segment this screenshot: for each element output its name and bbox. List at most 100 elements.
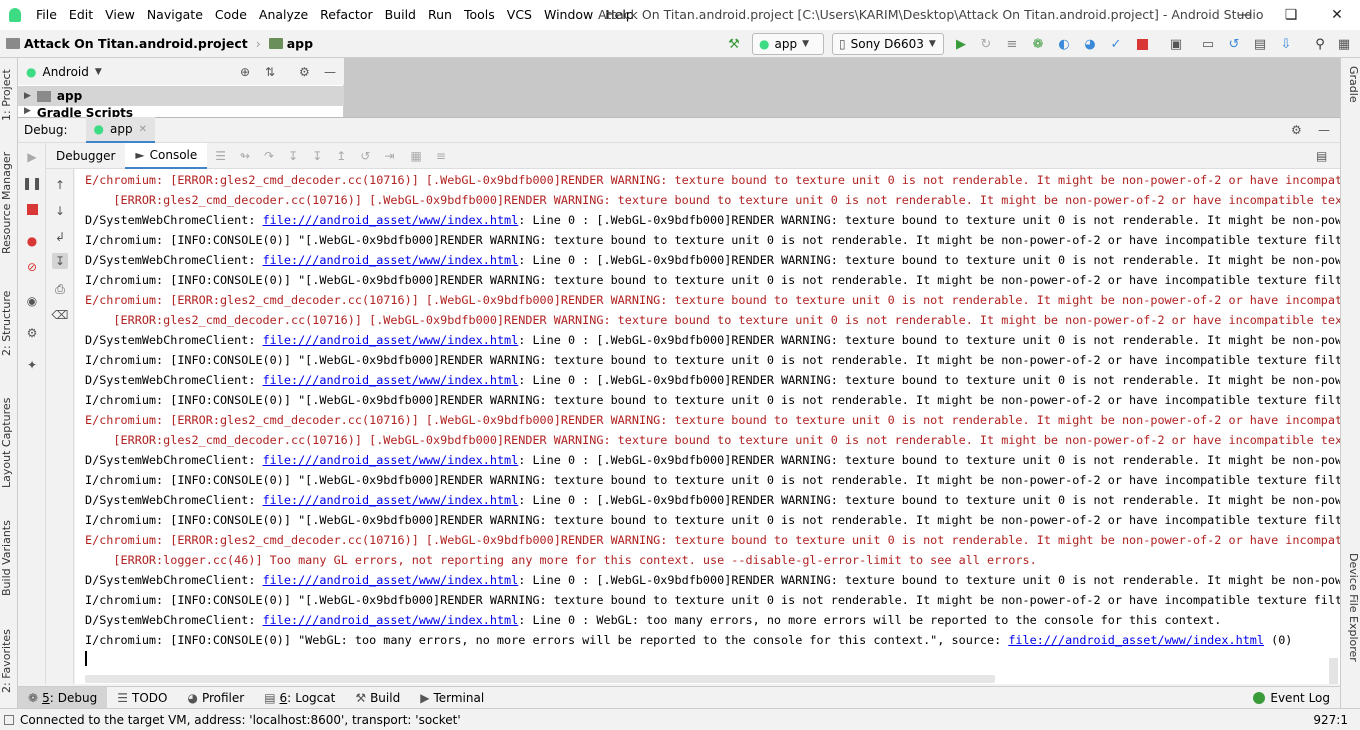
run-to-cursor-icon[interactable]: ⇥	[384, 149, 394, 163]
mute-breakpoints-icon[interactable]: ⊘	[24, 259, 40, 275]
scroll-down-icon[interactable]: ↓	[52, 203, 68, 219]
restore-button[interactable]: ❏	[1268, 0, 1314, 30]
locate-file-icon[interactable]: ⊕	[240, 65, 250, 79]
soft-wrap-icon[interactable]: ↲	[52, 229, 68, 245]
evaluate-expression-icon[interactable]: ▦	[410, 149, 421, 163]
scroll-up-icon[interactable]: ↑	[52, 177, 68, 193]
menu-item-view[interactable]: View	[99, 0, 141, 30]
step-over-icon[interactable]: ↷	[264, 149, 274, 163]
force-step-into-icon[interactable]: ↧	[312, 149, 322, 163]
tool-tab-layout-captures[interactable]: Layout Captures	[0, 393, 18, 493]
tool-tab-logcat[interactable]: ▤ 6: Logcat	[254, 687, 345, 709]
run-icon[interactable]: ▶	[953, 36, 969, 52]
menu-item-navigate[interactable]: Navigate	[141, 0, 209, 30]
show-execution-point-icon[interactable]: ↬	[240, 149, 250, 163]
stop-icon[interactable]	[24, 201, 40, 217]
settings-icon[interactable]: ⚙	[24, 325, 40, 341]
menu-item-vcs[interactable]: VCS	[501, 0, 538, 30]
tool-tab-favorites[interactable]: 2: Favorites	[0, 626, 18, 696]
hide-panel-icon[interactable]: —	[1318, 123, 1330, 137]
close-icon[interactable]: ✕	[139, 124, 147, 135]
file-link[interactable]: file:///android_asset/www/index.html	[263, 373, 519, 387]
restore-layout-icon[interactable]: ▤	[1316, 149, 1327, 163]
close-window-button[interactable]: ✕	[1314, 0, 1360, 30]
device-select[interactable]: ▯ Sony D6603 ▼	[832, 33, 944, 55]
attach-debugger-icon[interactable]: ✓	[1108, 36, 1124, 52]
tool-tab-resource-manager[interactable]: Resource Manager	[0, 148, 18, 258]
project-structure-icon[interactable]: ▣	[1168, 36, 1184, 52]
file-link[interactable]: file:///android_asset/www/index.html	[1008, 633, 1264, 647]
camera-icon[interactable]: ◉	[24, 293, 40, 309]
tool-tab-gradle[interactable]: Gradle	[1342, 66, 1360, 126]
drop-frame-icon[interactable]: ↺	[360, 149, 370, 163]
menu-item-tools[interactable]: Tools	[458, 0, 501, 30]
search-everywhere-icon[interactable]: ⚲	[1312, 36, 1328, 52]
tool-tab-structure[interactable]: 2: Structure	[0, 288, 18, 358]
tool-tab-build[interactable]: ⚒ Build	[345, 687, 410, 709]
file-link[interactable]: file:///android_asset/www/index.html	[263, 613, 519, 627]
device-manager-icon[interactable]: ▤	[1252, 36, 1268, 52]
tool-tab-debug[interactable]: ❁ 5: Debug	[18, 686, 108, 709]
run-config-select[interactable]: ● app ▼	[752, 33, 824, 55]
menu-item-window[interactable]: Window	[538, 0, 599, 30]
tool-tab-device-file-explorer[interactable]: Device File Explorer	[1342, 553, 1360, 673]
sync-gradle-icon[interactable]: ↺	[1226, 36, 1242, 52]
menu-item-code[interactable]: Code	[209, 0, 253, 30]
menu-item-analyze[interactable]: Analyze	[253, 0, 314, 30]
hide-panel-icon[interactable]: —	[324, 65, 336, 79]
collapse-all-icon[interactable]: ⇅	[265, 65, 275, 79]
menu-item-build[interactable]: Build	[379, 0, 422, 30]
tool-tab-todo[interactable]: ☰ TODO	[107, 687, 177, 709]
tool-tab-profiler[interactable]: ◕ Profiler	[177, 687, 254, 709]
breadcrumb-project[interactable]: Attack On Titan.android.project	[24, 36, 248, 51]
file-link[interactable]: file:///android_asset/www/index.html	[263, 493, 519, 507]
step-into-icon[interactable]: ↧	[288, 149, 298, 163]
trash-icon[interactable]: ⌫	[52, 307, 69, 323]
tool-windows-toggle-icon[interactable]	[4, 714, 14, 725]
gear-icon[interactable]: ⚙	[1291, 123, 1302, 137]
layout-icon[interactable]: ☰	[215, 149, 226, 163]
debug-bug-icon[interactable]: ❁	[1030, 36, 1046, 52]
rerun-icon[interactable]: ▶	[24, 149, 40, 165]
menu-item-refactor[interactable]: Refactor	[314, 0, 378, 30]
tree-item-app[interactable]: ▶ app	[18, 86, 344, 106]
file-link[interactable]: file:///android_asset/www/index.html	[263, 253, 519, 267]
console-output[interactable]: E/chromium: [ERROR:gles2_cmd_decoder.cc(…	[75, 169, 1340, 684]
profile-icon[interactable]: ◕	[1082, 36, 1098, 52]
avd-manager-icon[interactable]: ▭	[1200, 36, 1216, 52]
menu-item-file[interactable]: File	[30, 0, 63, 30]
file-link[interactable]: file:///android_asset/www/index.html	[263, 333, 519, 347]
step-out-icon[interactable]: ↥	[336, 149, 346, 163]
run-coverage-icon[interactable]: ◐	[1056, 36, 1072, 52]
event-log-button[interactable]: Event Log	[1253, 691, 1330, 705]
trace-icon[interactable]: ≡	[436, 149, 446, 163]
sdk-manager-icon[interactable]: ⇩	[1278, 36, 1294, 52]
expand-arrow-icon[interactable]: ▶	[24, 91, 31, 101]
pin-icon[interactable]: ✦	[24, 357, 40, 373]
view-breakpoints-icon[interactable]: ●	[24, 233, 40, 249]
debug-session-tab[interactable]: ● app ✕	[85, 117, 155, 143]
vertical-scrollbar[interactable]	[1329, 658, 1338, 684]
tab-console[interactable]: ► Console	[125, 142, 208, 169]
sync-icon[interactable]: ▦	[1336, 36, 1352, 52]
pause-icon[interactable]: ❚❚	[22, 175, 42, 191]
make-project-hammer-icon[interactable]: ⚒	[726, 36, 742, 52]
horizontal-scrollbar[interactable]	[85, 675, 995, 683]
tool-tab-build-variants[interactable]: Build Variants	[0, 513, 18, 603]
tool-tab-terminal[interactable]: ▶ Terminal	[410, 687, 494, 709]
minimize-button[interactable]: —	[1222, 0, 1268, 30]
stop-icon[interactable]	[1134, 36, 1150, 52]
tab-debugger[interactable]: Debugger	[46, 143, 125, 169]
cursor-position[interactable]: 927:1	[1313, 713, 1348, 727]
breadcrumb-module[interactable]: app	[287, 36, 313, 51]
project-view-select[interactable]: Android	[42, 65, 88, 79]
file-link[interactable]: file:///android_asset/www/index.html	[263, 213, 519, 227]
file-link[interactable]: file:///android_asset/www/index.html	[263, 453, 519, 467]
file-link[interactable]: file:///android_asset/www/index.html	[263, 573, 519, 587]
apply-changes-icon[interactable]: ↻	[978, 36, 994, 52]
apply-code-changes-icon[interactable]: ≡	[1004, 36, 1020, 52]
scroll-to-end-icon[interactable]: ↧	[52, 253, 68, 269]
print-icon[interactable]: ⎙	[52, 281, 68, 297]
chevron-down-icon[interactable]: ▼	[95, 67, 102, 77]
gear-icon[interactable]: ⚙	[299, 65, 310, 79]
